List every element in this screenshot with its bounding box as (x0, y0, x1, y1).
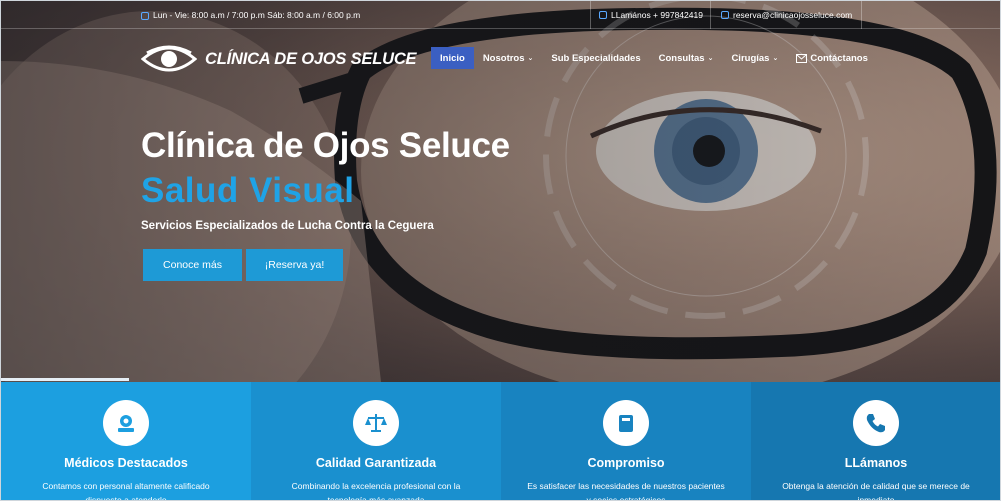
envelope-icon (796, 53, 808, 63)
logo-text: CLÍNICA DE OJOS SELUCE (205, 49, 417, 68)
nav-item-contactanos[interactable]: Contáctanos (787, 47, 877, 69)
nav-item-sub-especialidades[interactable]: Sub Especialidades (542, 47, 649, 69)
nav-label: Contáctanos (810, 52, 868, 64)
doctor-icon (103, 400, 149, 446)
chevron-down-icon: ⌄ (707, 55, 714, 62)
phone-icon (599, 11, 607, 19)
logo[interactable]: CLÍNICA DE OJOS SELUCE (141, 43, 417, 75)
opening-hours-text: Lun - Vie: 8:00 a.m / 7:00 p.m Sáb: 8:00… (153, 10, 361, 20)
reserva-ya-button[interactable]: ¡Reserva ya! (246, 249, 343, 281)
feature-card: LLámanos Obtenga la atención de calidad … (751, 382, 1000, 501)
page: Lun - Vie: 8:00 a.m / 7:00 p.m Sáb: 8:00… (0, 0, 1001, 501)
nav-label: Nosotros (482, 52, 525, 64)
clock-icon (141, 11, 149, 20)
hero-title-highlight: Salud Visual (141, 171, 355, 210)
clipboard-icon (603, 400, 649, 446)
nav-item-consultas[interactable]: Consultas ⌄ (650, 47, 723, 69)
scale-icon (353, 400, 399, 446)
feature-desc: Obtenga la atención de calidad que se me… (782, 481, 970, 501)
feature-title: Médicos Destacados (64, 456, 188, 470)
feature-title: LLámanos (844, 456, 908, 470)
nav-item-nosotros[interactable]: Nosotros ⌄ (474, 47, 543, 69)
feature-card: Calidad Garantizada Combinando la excele… (251, 382, 501, 501)
phone-contact[interactable]: LLamános + 997842419 (590, 1, 710, 29)
feature-title: Calidad Garantizada (315, 456, 437, 470)
nav-item-inicio[interactable]: Inicio (431, 47, 474, 69)
conoce-mas-button[interactable]: Conoce más (143, 249, 242, 281)
hero-subtitle: Servicios Especializados de Lucha Contra… (141, 220, 434, 232)
opening-hours: Lun - Vie: 8:00 a.m / 7:00 p.m Sáb: 8:00… (141, 10, 360, 20)
features-strip: Médicos Destacados Contamos con personal… (1, 382, 1000, 501)
feature-card: Compromiso Es satisfacer las necesidades… (501, 382, 751, 501)
envelope-icon (721, 11, 729, 19)
chevron-down-icon: ⌄ (527, 55, 534, 62)
feature-desc: Es satisfacer las necesidades de nuestro… (527, 481, 725, 501)
phone-icon (853, 400, 899, 446)
feature-desc: Combinando la excelencia profesional con… (291, 481, 461, 501)
feature-card: Médicos Destacados Contamos con personal… (1, 382, 251, 501)
feature-title: Compromiso (587, 456, 665, 470)
feature-desc: Contamos con personal altamente califica… (42, 481, 210, 501)
hero-title: Clínica de Ojos Seluce (141, 126, 510, 165)
eye-logo-icon (141, 45, 197, 72)
email-text[interactable]: reserva@clinicaojosseluce.com (733, 10, 852, 29)
nav-label: Cirugías (731, 52, 770, 64)
top-info-bar: Lun - Vie: 8:00 a.m / 7:00 p.m Sáb: 8:00… (1, 1, 1000, 29)
chevron-down-icon: ⌄ (772, 55, 779, 62)
nav-item-cirugias[interactable]: Cirugías ⌄ (722, 47, 787, 69)
nav-label: Consultas (658, 52, 705, 64)
main-nav: Inicio Nosotros ⌄ Sub Especialidades Con… (431, 47, 877, 69)
slider-progress-bar (1, 378, 129, 381)
nav-label: Inicio (440, 52, 465, 64)
nav-label: Sub Especialidades (551, 52, 641, 64)
phone-text[interactable]: LLamános + 997842419 (611, 10, 703, 29)
email-contact[interactable]: reserva@clinicaojosseluce.com (710, 1, 862, 29)
